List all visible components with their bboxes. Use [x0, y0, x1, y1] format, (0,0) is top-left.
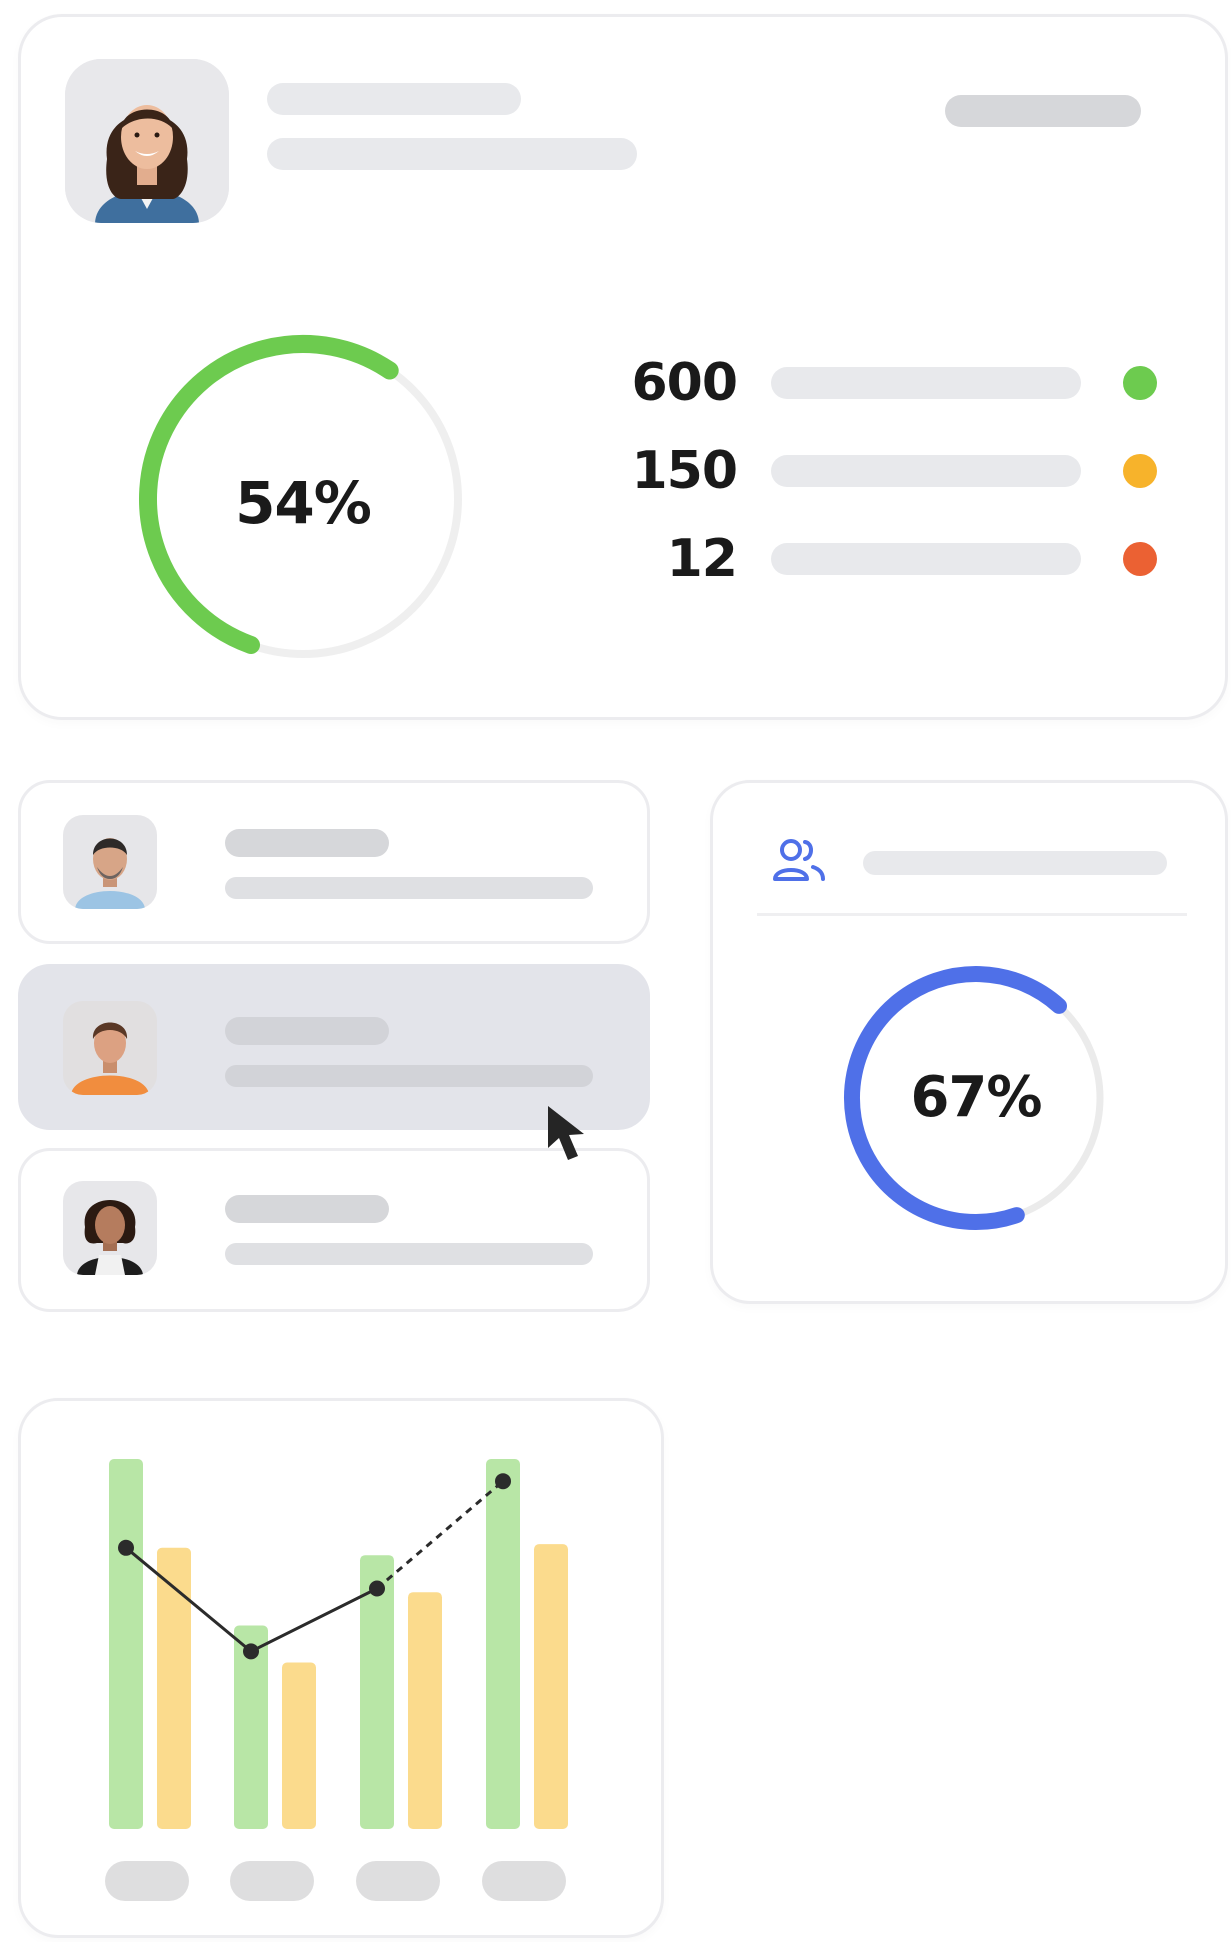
trend-point-2 — [243, 1643, 259, 1660]
trend-line-segment-3 — [376, 1480, 504, 1590]
status-dot-orange — [1123, 454, 1157, 488]
progress-gauge: 54% — [129, 325, 477, 673]
woman-curly-hair-avatar — [63, 1181, 157, 1275]
team-gauge: 67% — [839, 961, 1113, 1235]
status-dot-green — [1123, 366, 1157, 400]
man-avatar — [63, 815, 157, 909]
chart-bar-series1-4 — [486, 1459, 520, 1829]
person-2-detail-placeholder — [225, 1065, 593, 1087]
bar-chart — [105, 1459, 568, 1901]
stat-bar-secondary — [771, 455, 1081, 487]
team-stats-card: 67% — [710, 780, 1228, 1304]
trend-line-segment-2 — [250, 1587, 378, 1653]
team-card-divider — [757, 913, 1187, 916]
stat-bar-tertiary — [771, 543, 1081, 575]
chart-bar-series1-1 — [109, 1459, 143, 1829]
person-3-name-placeholder — [225, 1195, 389, 1223]
status-dot-red — [1123, 542, 1157, 576]
x-axis-label-placeholder-1 — [105, 1861, 189, 1901]
person-3-detail-placeholder — [225, 1243, 593, 1265]
list-item-person-1[interactable] — [18, 780, 650, 944]
team-card-title-placeholder — [863, 851, 1167, 875]
stat-bar-primary — [771, 367, 1081, 399]
profile-subtitle-placeholder — [267, 138, 637, 170]
chart-bar-series2-4 — [534, 1544, 568, 1829]
person-1-name-placeholder — [225, 829, 389, 857]
young-man-avatar — [63, 1001, 157, 1095]
chart-bar-series2-3 — [408, 1592, 442, 1829]
person-2-name-placeholder — [225, 1017, 389, 1045]
team-gauge-label: 67% — [910, 1065, 1042, 1130]
bar-chart-card — [18, 1398, 664, 1938]
chart-bar-series2-1 — [157, 1547, 191, 1829]
profile-meta-placeholder — [945, 95, 1141, 127]
x-axis-label-placeholder-2 — [230, 1861, 314, 1901]
stat-value-primary: 600 — [631, 353, 738, 413]
users-icon[interactable] — [771, 837, 827, 885]
trend-point-1 — [118, 1539, 134, 1556]
x-axis-label-placeholder-4 — [482, 1861, 566, 1901]
progress-gauge-label: 54% — [235, 469, 372, 537]
mouse-cursor-icon — [548, 1106, 584, 1160]
profile-name-placeholder — [267, 83, 521, 115]
list-item-person-3[interactable] — [18, 1148, 650, 1312]
person-1-detail-placeholder — [225, 877, 593, 899]
trend-point-3 — [369, 1580, 385, 1597]
trend-point-4 — [495, 1473, 511, 1490]
profile-avatar[interactable] — [65, 59, 229, 223]
profile-summary-card: 54% 600 150 12 — [18, 14, 1228, 720]
chart-bar-series2-2 — [282, 1662, 316, 1829]
stat-value-tertiary: 12 — [666, 529, 738, 589]
stat-value-secondary: 150 — [631, 441, 738, 501]
x-axis-label-placeholder-3 — [356, 1861, 440, 1901]
